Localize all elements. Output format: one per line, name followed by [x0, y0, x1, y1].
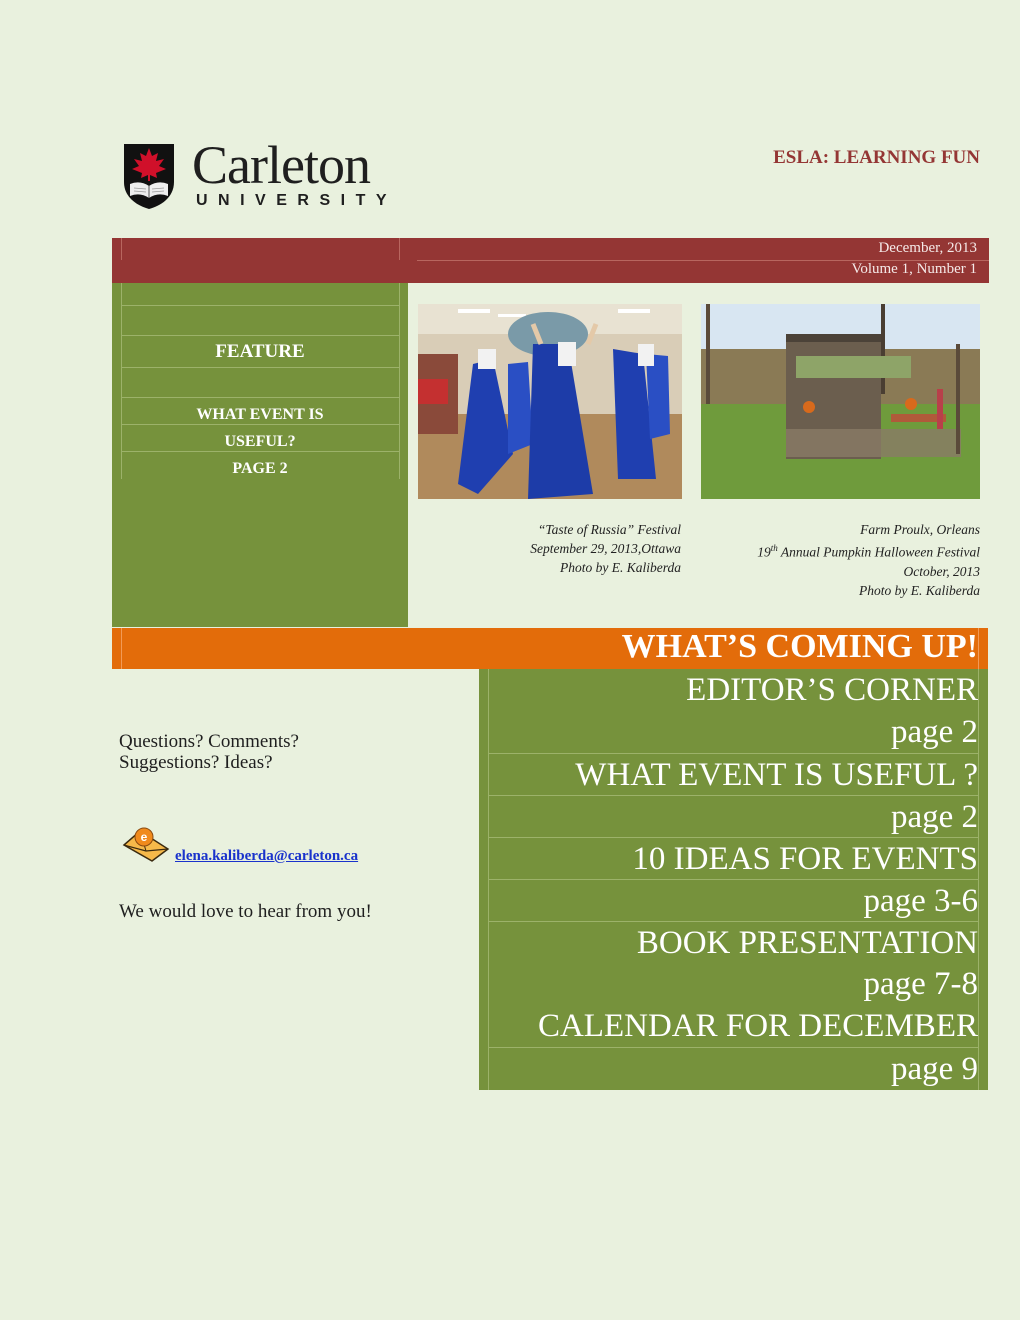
- feature-link-line: WHAT EVENT IS: [196, 406, 324, 423]
- contact-prompt-line: Questions? Comments?: [119, 731, 299, 752]
- whats-coming-up-heading: WHAT’S COMING UP!: [621, 628, 978, 665]
- email-envelope-icon: e: [122, 823, 170, 863]
- svg-text:e: e: [141, 830, 148, 844]
- toc-entry-title[interactable]: EDITOR’S CORNER: [489, 669, 978, 711]
- toc-title-calendar[interactable]: CALENDAR FOR DECEMBER: [538, 1008, 978, 1044]
- issue-date: December, 2013: [878, 240, 977, 256]
- toc-page-book-presentation[interactable]: page 7-8: [863, 966, 978, 1002]
- caption-line: Farm Proulx, Orleans: [860, 522, 980, 537]
- feature-label: FEATURE: [215, 341, 305, 362]
- carleton-crest-icon: [124, 144, 174, 209]
- closing-message: We would love to hear from you!: [119, 901, 372, 922]
- table-gridline: [121, 238, 122, 260]
- caption-line: “Taste of Russia” Festival: [537, 522, 681, 537]
- toc-page-editors-corner[interactable]: page 2: [891, 714, 978, 750]
- caption-line: 19th Annual Pumpkin Halloween Festival: [757, 539, 980, 562]
- toc-entry-title[interactable]: BOOK PRESENTATION: [489, 921, 978, 964]
- caption-line: September 29, 2013,Ottawa: [530, 541, 681, 556]
- table-gridline: [121, 335, 399, 336]
- feature-link-line: PAGE 2: [232, 460, 288, 477]
- toc-entry-page[interactable]: page 7-8: [489, 963, 978, 1005]
- caption-line: October, 2013: [903, 563, 981, 579]
- toc-entry-page[interactable]: page 2: [489, 795, 978, 838]
- feature-link-line: USEFUL?: [224, 433, 296, 450]
- newsletter-title: ESLA: LEARNING FUN: [773, 147, 980, 168]
- contact-prompt: Questions? Comments? Suggestions? Ideas?: [119, 731, 299, 773]
- whats-coming-up-banner: WHAT’S COMING UP!: [112, 628, 988, 669]
- toc-entry-page[interactable]: page 2: [489, 711, 978, 753]
- table-gridline: [121, 367, 399, 368]
- table-gridline: [121, 628, 122, 669]
- contact-prompt-line: Suggestions? Ideas?: [119, 752, 273, 773]
- photo-farm-proulx-pumpkin-festival: [701, 304, 980, 499]
- table-gridline: [399, 238, 400, 260]
- caption-line: Photo by E. Kaliberda: [560, 560, 681, 575]
- photo-caption-russia: “Taste of Russia” Festival September 29,…: [530, 520, 681, 577]
- issue-volume: Volume 1, Number 1: [851, 261, 977, 277]
- toc-entry-page[interactable]: page 9: [489, 1047, 978, 1090]
- toc-entry-title[interactable]: WHAT EVENT IS USEFUL ?: [489, 753, 978, 796]
- caption-text: Annual Pumpkin Halloween Festival: [777, 544, 980, 560]
- toc-title-editors-corner[interactable]: EDITOR’S CORNER: [686, 672, 978, 708]
- feature-sidebar: FEATURE WHAT EVENT IS USEFUL? PAGE 2: [112, 283, 408, 627]
- caption-number: 19: [757, 544, 771, 560]
- toc-title-10-ideas[interactable]: 10 IDEAS FOR EVENTS: [632, 841, 978, 877]
- logo-wordmark: Carleton: [192, 135, 371, 195]
- email-link[interactable]: elena.kaliberda@carleton.ca: [175, 848, 358, 865]
- toc-page-what-event-is-useful[interactable]: page 2: [891, 799, 978, 835]
- carleton-university-logo: Carleton UNIVERSITY: [122, 135, 402, 215]
- table-gridline: [121, 305, 399, 306]
- table-gridline: [978, 669, 979, 1090]
- toc-entry-page[interactable]: page 3-6: [489, 879, 978, 922]
- toc-page-10-ideas[interactable]: page 3-6: [863, 883, 978, 919]
- logo-subtitle: UNIVERSITY: [196, 192, 398, 209]
- table-gridline: [978, 628, 979, 669]
- feature-article-link[interactable]: WHAT EVENT IS USEFUL? PAGE 2: [112, 401, 408, 482]
- caption-line: Photo by E. Kaliberda: [859, 582, 980, 598]
- toc-title-book-presentation[interactable]: BOOK PRESENTATION: [637, 925, 978, 961]
- photo-taste-of-russia-dancers: [418, 304, 682, 499]
- table-gridline: [121, 397, 399, 398]
- issue-header-band: December, 2013 Volume 1, Number 1: [112, 238, 989, 283]
- toc-page-calendar[interactable]: page 9: [891, 1051, 978, 1087]
- table-of-contents: EDITOR’S CORNER page 2 WHAT EVENT IS USE…: [479, 669, 988, 1090]
- toc-entry-title[interactable]: 10 IDEAS FOR EVENTS: [489, 837, 978, 880]
- photo-caption-farm: Farm Proulx, Orleans 19th Annual Pumpkin…: [757, 520, 980, 600]
- toc-entry-title[interactable]: CALENDAR FOR DECEMBER: [489, 1005, 978, 1047]
- caption-ordinal-suffix: th: [770, 543, 778, 553]
- toc-title-what-event-is-useful[interactable]: WHAT EVENT IS USEFUL ?: [575, 757, 978, 793]
